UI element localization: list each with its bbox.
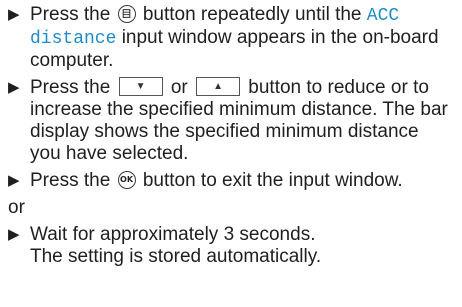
step-2-text: Press the ▼ or ▲ button to reduce or to … <box>30 77 452 165</box>
instruction-step-1: ▶ Press the button repeatedly until the … <box>8 4 452 72</box>
ok-button-icon: OK <box>117 171 136 189</box>
down-arrow-key-icon: ▼ <box>118 77 163 96</box>
instruction-step-4: ▶ Wait for approximately 3 seconds. The … <box>8 224 452 268</box>
step-2-mid: or <box>170 77 188 98</box>
up-arrow-key-icon: ▲ <box>196 77 241 96</box>
step-4-line-2: The setting is stored automatically. <box>30 246 322 267</box>
ok-button-label: OK <box>120 175 134 184</box>
instruction-page: ▶ Press the button repeatedly until the … <box>0 0 462 307</box>
step-3-before-icon: Press the <box>30 170 111 191</box>
instruction-step-3: ▶ Press the OK button to exit the input … <box>8 170 452 192</box>
step-4-line-1: Wait for approximately 3 seconds. <box>30 224 316 245</box>
step-3-after-icon: button to exit the input window. <box>142 170 403 191</box>
bullet-arrow: ▶ <box>8 79 20 96</box>
bullet-arrow: ▶ <box>8 172 20 189</box>
step-4-text: Wait for approximately 3 seconds. The se… <box>30 224 452 268</box>
step-1-text: Press the button repeatedly until the AC… <box>30 4 452 72</box>
or-separator: or <box>8 197 25 218</box>
menu-button-icon <box>117 5 136 23</box>
step-3-text: Press the OK button to exit the input wi… <box>30 170 452 192</box>
bullet-arrow: ▶ <box>8 226 20 243</box>
instruction-step-2: ▶ Press the ▼ or ▲ button to reduce or t… <box>8 77 452 165</box>
step-2-before: Press the <box>30 77 111 98</box>
step-1-before-icon: Press the <box>30 4 111 25</box>
step-1-after-icon: button repeatedly until the <box>142 4 362 25</box>
bullet-arrow: ▶ <box>8 6 20 23</box>
